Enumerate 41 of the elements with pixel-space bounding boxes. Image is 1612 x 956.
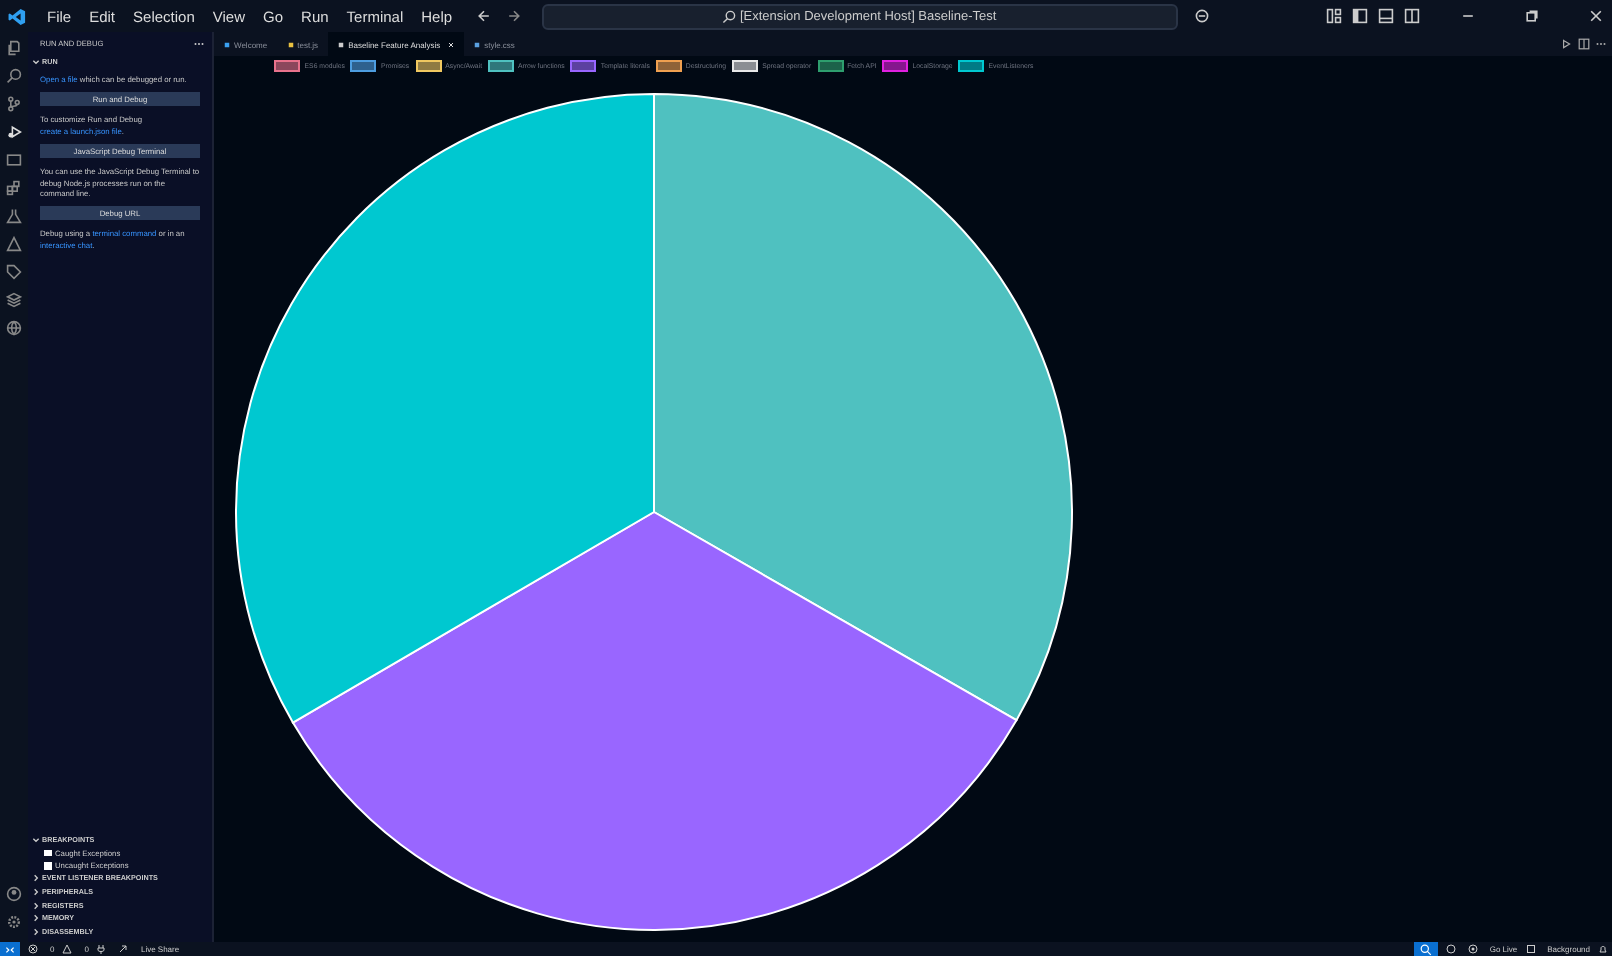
arrow-icon xyxy=(118,944,129,954)
split-editor-icon[interactable] xyxy=(1578,38,1590,50)
checkbox[interactable] xyxy=(44,849,51,857)
back-arrow-icon[interactable] xyxy=(475,8,492,24)
close-icon[interactable] xyxy=(1588,8,1604,24)
close-icon[interactable] xyxy=(448,41,455,47)
bell-icon[interactable] xyxy=(1598,944,1608,954)
extensions-icon[interactable] xyxy=(6,180,22,196)
remote-explorer-icon[interactable] xyxy=(6,152,22,168)
triangle-icon[interactable] xyxy=(6,236,22,252)
test-flask-icon[interactable] xyxy=(6,208,22,224)
sidebar-toggle-icon[interactable] xyxy=(1352,8,1368,24)
settings-icon[interactable] xyxy=(6,914,22,930)
chevron-down-icon xyxy=(32,58,40,66)
forward-arrow-icon[interactable] xyxy=(505,8,522,24)
file-icon xyxy=(474,41,481,47)
warning-icon xyxy=(62,944,73,954)
source-control-icon[interactable] xyxy=(6,96,22,112)
split-toggle-icon[interactable] xyxy=(1404,8,1420,24)
app-logo-icon xyxy=(8,7,26,25)
search-icon xyxy=(721,9,736,23)
files-icon[interactable] xyxy=(6,40,22,56)
file-icon xyxy=(338,41,345,47)
checkbox[interactable] xyxy=(44,862,51,870)
run-icon[interactable] xyxy=(1560,38,1572,50)
account-icon[interactable] xyxy=(6,886,22,902)
error-icon xyxy=(28,944,38,954)
panel-toggle-icon[interactable] xyxy=(1378,8,1394,24)
layout-icon[interactable] xyxy=(1326,8,1342,24)
file-icon xyxy=(224,41,230,47)
zoom-button[interactable] xyxy=(1413,942,1438,956)
broadcast-icon xyxy=(1467,944,1478,954)
run-debug-icon[interactable] xyxy=(6,124,22,140)
plug-icon[interactable] xyxy=(96,944,107,954)
restore-icon[interactable] xyxy=(1524,8,1540,24)
square-icon xyxy=(1525,944,1536,954)
remote-button[interactable] xyxy=(0,942,20,956)
layers-icon[interactable] xyxy=(6,292,22,308)
tag-icon[interactable] xyxy=(6,264,22,280)
search-icon[interactable] xyxy=(6,68,22,84)
file-icon xyxy=(287,41,294,47)
